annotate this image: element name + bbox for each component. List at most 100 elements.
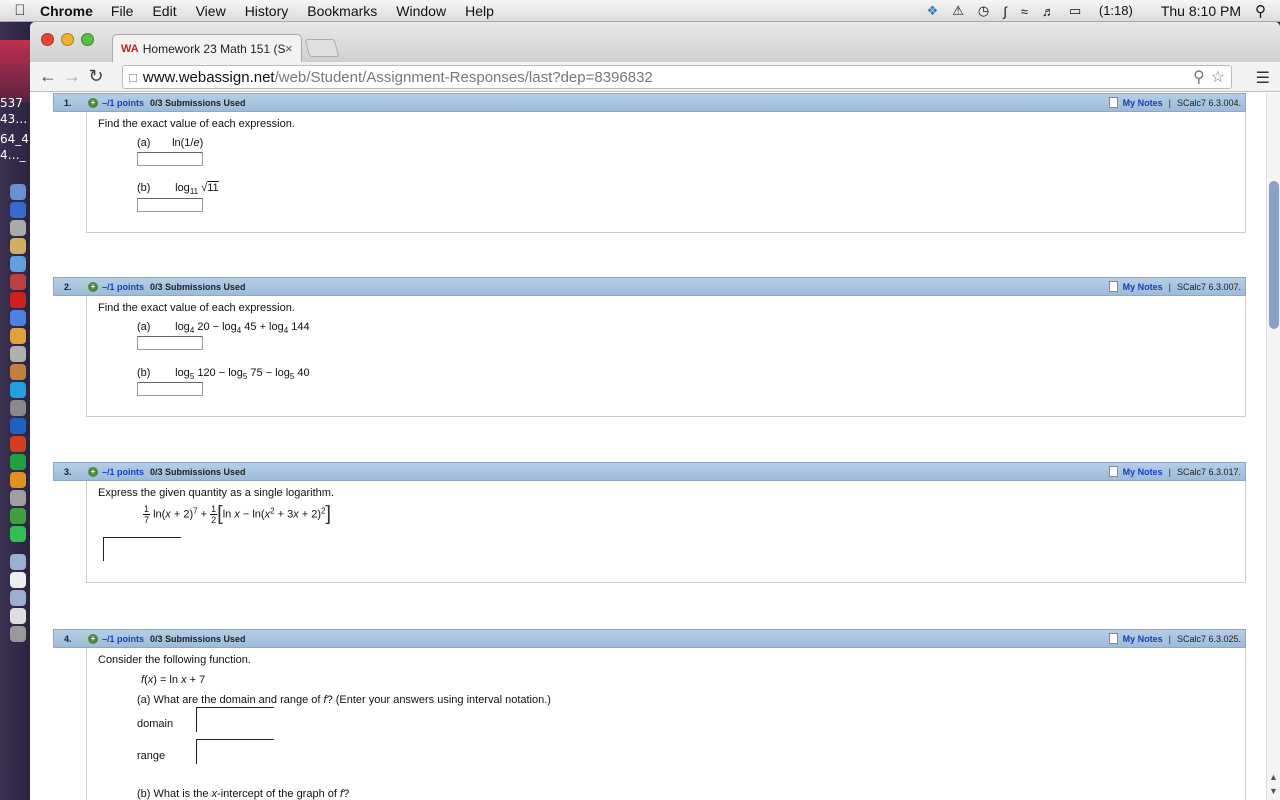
applications-folder-icon[interactable] [10, 554, 26, 570]
points-link[interactable]: –/1 points [102, 467, 144, 477]
part-b: (b) log11 √11 [137, 182, 219, 196]
expand-icon[interactable]: + [88, 633, 98, 644]
part-expression: log5 120 − log5 75 − log5 40 [172, 367, 310, 381]
notes-icon [1108, 97, 1118, 108]
itunes-icon[interactable] [10, 310, 26, 326]
back-button[interactable]: ← [36, 66, 60, 87]
chrome-menu-icon[interactable]: ☰ [1256, 68, 1270, 88]
answer-input[interactable] [103, 537, 181, 561]
excel-icon[interactable] [10, 454, 26, 470]
powerpoint-icon[interactable] [10, 436, 26, 452]
volume-icon[interactable]: ♬ [1042, 4, 1055, 19]
answer-input-b[interactable] [137, 382, 203, 396]
points-link[interactable]: –/1 points [102, 98, 144, 108]
menu-file[interactable]: File [111, 3, 134, 19]
scrollbar-thumb[interactable] [1269, 181, 1279, 329]
question-source: SCalc7 6.3.025. [1176, 633, 1241, 644]
imovie-icon[interactable] [10, 346, 26, 362]
question-prompt: Find the exact value of each expression. [98, 302, 295, 314]
word-icon[interactable] [10, 418, 26, 434]
automator-icon[interactable] [10, 490, 26, 506]
outlook-icon[interactable] [10, 472, 26, 488]
my-notes-link[interactable]: My Notes [1123, 467, 1163, 477]
address-bar[interactable]: □ www.webassign.net/web/Student/Assignme… [122, 65, 1232, 89]
chrome-icon[interactable] [10, 508, 26, 524]
forward-button[interactable]: → [60, 66, 84, 87]
math-expression: 17 ln(x + 2)7 + 1 2 [ln x − ln(x2 + 3x + 2… [143, 503, 332, 525]
calendar-icon[interactable] [10, 274, 26, 290]
safari-icon[interactable] [10, 220, 26, 236]
submissions-used: 0/3 Submissions Used [150, 466, 246, 477]
submissions-used: 0/3 Submissions Used [150, 97, 246, 108]
apple-icon[interactable]:  [0, 2, 40, 19]
clock[interactable]: Thu 8:10 PM [1161, 3, 1241, 19]
dock-text-1: 537 [0, 96, 23, 110]
page-icon: □ [129, 69, 137, 85]
url-host: www.webassign.net [142, 68, 275, 86]
question-header: 4. + –/1 points 0/3 Submissions Used My … [53, 629, 1246, 648]
menu-bookmarks[interactable]: Bookmarks [307, 3, 377, 19]
battery-status[interactable]: ▭ (1:18) [1069, 3, 1147, 19]
new-tab-button[interactable] [304, 39, 340, 57]
wifi-icon[interactable]: ≈ [1021, 4, 1028, 19]
downloads-folder-icon[interactable] [10, 590, 26, 606]
question-3: 3. + –/1 points 0/3 Submissions Used My … [53, 462, 1246, 583]
reload-button[interactable]: ↻ [84, 66, 108, 87]
search-icon[interactable]: ⚲ [1193, 67, 1205, 87]
points-link[interactable]: –/1 points [102, 282, 144, 292]
part-a: (a) log4 20 − log4 45 + log4 144 [137, 321, 310, 335]
expand-icon[interactable]: + [88, 466, 98, 477]
bookmark-star-icon[interactable]: ☆ [1211, 67, 1225, 87]
question-body: Find the exact value of each expression.… [86, 296, 1246, 417]
part-expression: log11 √11 [172, 182, 219, 196]
file-icon[interactable] [10, 608, 26, 624]
alert-icon[interactable]: ⚠ [952, 3, 964, 19]
answer-input-a[interactable] [137, 336, 203, 350]
preview-icon[interactable] [10, 238, 26, 254]
trash-icon[interactable] [10, 626, 26, 642]
my-notes-link[interactable]: My Notes [1123, 282, 1163, 292]
points-link[interactable]: –/1 points [102, 634, 144, 644]
bluetooth-icon[interactable]: ∫ [1003, 4, 1007, 19]
menu-view[interactable]: View [196, 3, 226, 19]
tab-homework[interactable]: WA Homework 23 Math 151 (S × [112, 34, 302, 62]
minimize-window-button[interactable] [61, 33, 74, 46]
domain-input[interactable] [196, 707, 274, 732]
menu-help[interactable]: Help [465, 3, 494, 19]
part-label: (a) [137, 321, 151, 333]
close-window-button[interactable] [41, 33, 54, 46]
separator: | [1168, 97, 1171, 108]
scroll-up-arrow-icon[interactable]: ▲ [1269, 772, 1278, 782]
mail-icon[interactable] [10, 256, 26, 272]
expand-icon[interactable]: + [88, 97, 98, 108]
garageband-icon[interactable] [10, 364, 26, 380]
submissions-used: 0/3 Submissions Used [150, 633, 246, 644]
utility-icon[interactable] [10, 400, 26, 416]
my-notes-link[interactable]: My Notes [1123, 634, 1163, 644]
menu-history[interactable]: History [245, 3, 289, 19]
menu-window[interactable]: Window [396, 3, 446, 19]
time-machine-icon[interactable]: ◷ [978, 3, 989, 19]
question-body: Express the given quantity as a single l… [86, 481, 1246, 583]
spotify-icon[interactable] [10, 526, 26, 542]
menu-edit[interactable]: Edit [152, 3, 176, 19]
page-scrollbar[interactable]: ▲ ▼ [1266, 93, 1280, 800]
zoom-window-button[interactable] [81, 33, 94, 46]
skype-icon[interactable] [10, 382, 26, 398]
dropbox-icon[interactable]: ❖ [927, 3, 939, 19]
scroll-down-arrow-icon[interactable]: ▼ [1269, 786, 1278, 796]
answer-input-b[interactable] [137, 198, 203, 212]
menu-app-name[interactable]: Chrome [40, 3, 93, 19]
my-notes-link[interactable]: My Notes [1123, 98, 1163, 108]
iphoto-icon[interactable] [10, 328, 26, 344]
finder-icon[interactable] [10, 184, 26, 200]
close-tab-icon[interactable]: × [285, 41, 301, 56]
expand-icon[interactable]: + [88, 281, 98, 292]
photobooth-icon[interactable] [10, 292, 26, 308]
answer-input-a[interactable] [137, 152, 203, 166]
app-store-icon[interactable] [10, 202, 26, 218]
document-icon[interactable] [10, 572, 26, 588]
range-input[interactable] [196, 739, 274, 764]
spotlight-search-icon[interactable]: ⚲ [1255, 2, 1266, 20]
part-a-question: (a) What are the domain and range of f? … [137, 694, 551, 706]
